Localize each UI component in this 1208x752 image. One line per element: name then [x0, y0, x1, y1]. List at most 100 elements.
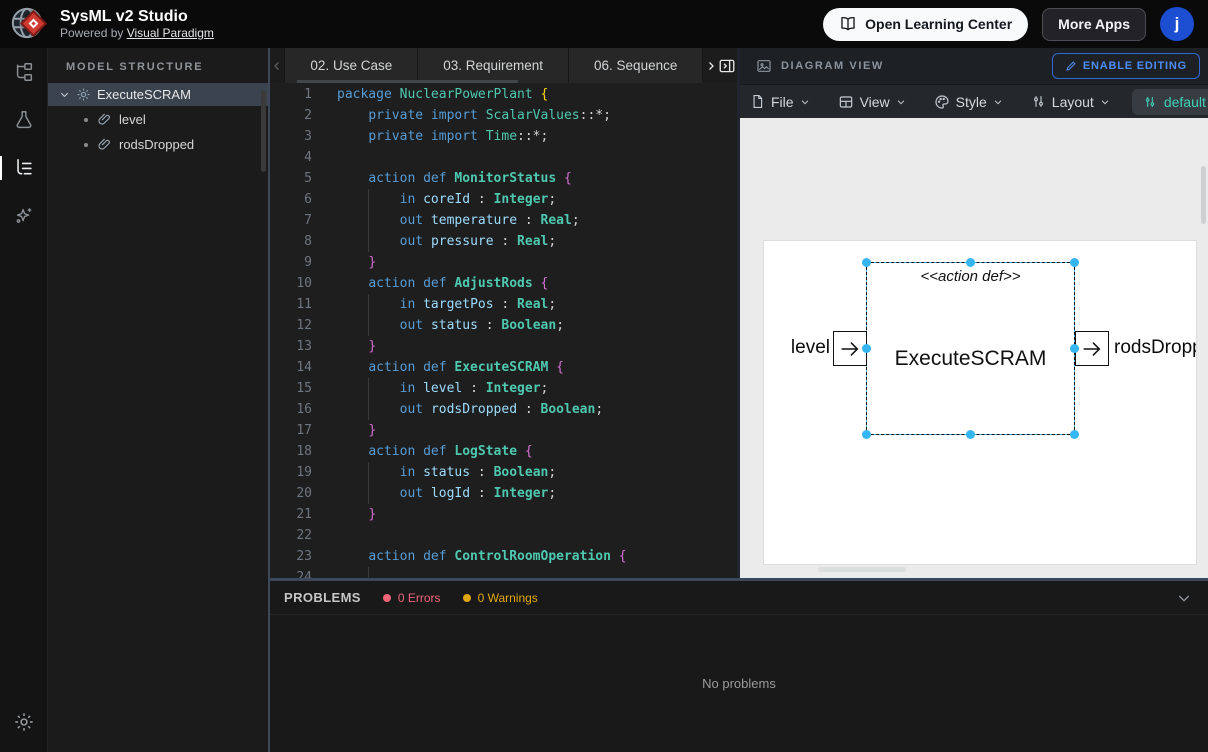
enable-editing-button[interactable]: ENABLE EDITING [1052, 53, 1200, 79]
code-line[interactable]: 12 out status : Boolean; [270, 315, 737, 336]
selection-handle[interactable] [862, 344, 871, 353]
line-content: action def ControlRoomOperation { [337, 546, 627, 567]
selection-handle[interactable] [862, 430, 871, 439]
toggle-panel-icon[interactable] [718, 48, 737, 83]
line-number: 16 [270, 399, 312, 420]
line-content: package NuclearPowerPlant { [337, 84, 548, 105]
line-number: 22 [270, 525, 312, 546]
collapse-problems-chevron-icon[interactable] [1176, 590, 1192, 606]
code-line[interactable]: 5 action def MonitorStatus { [270, 168, 737, 189]
more-apps-button[interactable]: More Apps [1042, 8, 1146, 41]
editor-tab[interactable]: 02. Use Case [284, 48, 418, 83]
code-line[interactable]: 17 } [270, 420, 737, 441]
code-line[interactable]: 2 private import ScalarValues::*; [270, 105, 737, 126]
selection-handle[interactable] [966, 430, 975, 439]
powered-prefix: Powered by [60, 26, 123, 40]
selection-handle[interactable] [862, 258, 871, 267]
code-line[interactable]: 7 out temperature : Real; [270, 210, 737, 231]
line-number: 13 [270, 336, 312, 357]
ai-sparkle-icon[interactable] [0, 192, 48, 240]
view-menu[interactable]: View [832, 94, 912, 110]
code-line[interactable]: 19 in status : Boolean; [270, 462, 737, 483]
user-avatar[interactable]: j [1160, 7, 1194, 41]
chevron-down-icon [800, 97, 810, 107]
editor-tab-strip: 02. Use Case03. Requirement06. Sequence [270, 48, 737, 83]
code-line[interactable]: 16 out rodsDropped : Boolean; [270, 399, 737, 420]
tabs-scroll-right-button[interactable] [703, 48, 717, 83]
line-content: out rodsDropped : Boolean; [337, 399, 603, 420]
selection-handle[interactable] [1070, 430, 1079, 439]
selection-handle[interactable] [966, 258, 975, 267]
line-number: 1 [270, 84, 312, 105]
line-content: in status : Boolean; [337, 462, 556, 483]
code-area[interactable]: 1 package NuclearPowerPlant {2 private im… [270, 83, 737, 578]
action-def-node[interactable]: <<action def>> ExecuteSCRAM [866, 262, 1075, 435]
tab-list: 02. Use Case03. Requirement06. Sequence [284, 48, 703, 83]
code-line[interactable]: 13 } [270, 336, 737, 357]
code-line[interactable]: 14 action def ExecuteSCRAM { [270, 357, 737, 378]
code-line[interactable]: 23 action def ControlRoomOperation { [270, 546, 737, 567]
code-line[interactable]: 1 package NuclearPowerPlant { [270, 84, 737, 105]
paperclip-icon [97, 137, 112, 152]
code-line[interactable]: 10 action def AdjustRods { [270, 273, 737, 294]
line-number: 6 [270, 189, 312, 210]
style-menu[interactable]: Style [928, 94, 1009, 110]
code-line[interactable]: 4 [270, 147, 737, 168]
tabs-scroll-left-button[interactable] [270, 48, 284, 83]
diagram-page[interactable]: <<action def>> ExecuteSCRAM leve [763, 240, 1197, 565]
code-line[interactable]: 20 out logId : Integer; [270, 483, 737, 504]
line-content: action def AdjustRods { [337, 273, 548, 294]
tree-item-executescram[interactable]: ExecuteSCRAM [48, 83, 268, 106]
diagram-canvas[interactable]: <<action def>> ExecuteSCRAM leve [740, 118, 1208, 578]
code-line[interactable]: 22 [270, 525, 737, 546]
problems-header[interactable]: PROBLEMS 0 Errors 0 Warnings [270, 581, 1208, 615]
line-number: 20 [270, 483, 312, 504]
output-pin[interactable] [1075, 331, 1109, 366]
code-line[interactable]: 24 [270, 567, 737, 578]
file-menu[interactable]: File [744, 94, 816, 110]
selection-handle[interactable] [1070, 258, 1079, 267]
line-content: in level : Integer; [337, 378, 548, 399]
model-structure-header: MODEL STRUCTURE [48, 48, 268, 83]
code-line[interactable]: 18 action def LogState { [270, 441, 737, 462]
enable-editing-label: ENABLE EDITING [1083, 60, 1187, 72]
diagram-panel: DIAGRAM VIEW ENABLE EDITING File [740, 48, 1208, 578]
line-number: 4 [270, 147, 312, 168]
flask-icon[interactable] [0, 96, 48, 144]
tree-item-label: ExecuteSCRAM [97, 87, 191, 102]
line-number: 18 [270, 441, 312, 462]
editor-tab[interactable]: 03. Requirement [418, 48, 569, 83]
line-content: } [337, 336, 376, 357]
tree-item-rodsdropped[interactable]: rodsDropped [48, 133, 268, 156]
code-line[interactable]: 3 private import Time::*; [270, 126, 737, 147]
model-panel-scrollbar[interactable] [261, 90, 266, 172]
selection-handle[interactable] [1070, 344, 1079, 353]
code-line[interactable]: 11 in targetPos : Real; [270, 294, 737, 315]
code-line[interactable]: 15 in level : Integer; [270, 378, 737, 399]
layout-sliders-icon [1031, 94, 1046, 109]
canvas-vertical-scrollbar[interactable] [1201, 166, 1206, 224]
model-tree-icon[interactable] [0, 48, 48, 96]
editor-tab[interactable]: 06. Sequence [569, 48, 703, 83]
warning-dot-icon [463, 594, 471, 602]
line-content: } [337, 420, 376, 441]
visual-paradigm-link[interactable]: Visual Paradigm [127, 26, 214, 40]
canvas-horizontal-scrollbar[interactable] [818, 567, 906, 572]
app-root: SysML v2 Studio Powered by Visual Paradi… [0, 0, 1208, 752]
code-line[interactable]: 21 } [270, 504, 737, 525]
chevron-down-icon[interactable] [56, 89, 72, 100]
layout-menu[interactable]: Layout [1025, 94, 1116, 110]
app-title: SysML v2 Studio [60, 7, 214, 26]
line-content: out status : Boolean; [337, 315, 564, 336]
open-learning-center-button[interactable]: Open Learning Center [823, 8, 1028, 41]
tree-item-level[interactable]: level [48, 108, 268, 131]
settings-gear-icon[interactable] [0, 702, 48, 742]
code-line[interactable]: 8 out pressure : Real; [270, 231, 737, 252]
code-line[interactable]: 6 in coreId : Integer; [270, 189, 737, 210]
code-line[interactable]: 9 } [270, 252, 737, 273]
outline-list-icon[interactable] [0, 144, 48, 192]
layout-preset-chip[interactable]: default [1132, 89, 1208, 115]
line-number: 21 [270, 504, 312, 525]
diagram-view-header: DIAGRAM VIEW ENABLE EDITING [740, 48, 1208, 84]
open-learning-center-label: Open Learning Center [865, 16, 1012, 32]
